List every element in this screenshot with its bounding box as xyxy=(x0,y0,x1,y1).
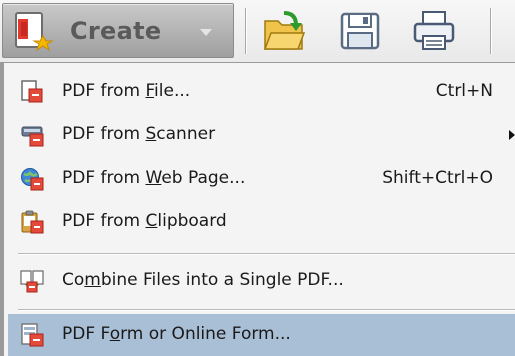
save-disk-icon[interactable] xyxy=(338,9,382,53)
clipboard-icon xyxy=(21,210,44,234)
open-folder-icon[interactable] xyxy=(262,9,306,53)
shortcut-text: Ctrl+N xyxy=(435,81,493,101)
menu-separator xyxy=(18,253,515,254)
menu-item-label: PDF from File... xyxy=(62,81,191,101)
menu-separator xyxy=(18,309,515,310)
create-label: Create xyxy=(70,17,162,45)
pdf-from-file-icon xyxy=(21,80,43,103)
create-pdf-icon xyxy=(15,12,54,52)
submenu-arrow-icon xyxy=(509,130,515,140)
print-icon[interactable] xyxy=(412,9,456,53)
menu-item-label: PDF from Scanner xyxy=(62,124,216,144)
create-button[interactable]: Create xyxy=(2,3,234,58)
menu-item-pdf-form[interactable]: PDF Form or Online Form... xyxy=(8,314,515,356)
scanner-icon xyxy=(21,126,44,147)
toolbar-separator xyxy=(245,8,246,54)
toolbar: Create xyxy=(0,0,515,62)
menu-item-pdf-from-clipboard[interactable]: PDF from Clipboard xyxy=(8,201,515,243)
combine-files-icon xyxy=(20,270,44,293)
menu-item-pdf-from-scanner[interactable]: PDF from Scanner xyxy=(8,114,515,156)
menu-item-label: Combine Files into a Single PDF... xyxy=(62,270,344,290)
menu-item-label: PDF Form or Online Form... xyxy=(62,324,291,344)
toolbar-separator xyxy=(490,8,491,54)
pdf-form-icon xyxy=(21,323,44,347)
dropdown-arrow-icon[interactable] xyxy=(199,28,213,37)
menu-item-label: PDF from Clipboard xyxy=(62,211,227,231)
menu-item-pdf-from-file[interactable]: PDF from File... Ctrl+N xyxy=(8,71,515,113)
web-page-icon xyxy=(21,168,44,191)
menu-item-combine-files[interactable]: Combine Files into a Single PDF... xyxy=(8,260,515,302)
shortcut-text: Shift+Ctrl+O xyxy=(382,168,493,188)
menu-item-label: PDF from Web Page... xyxy=(62,168,246,188)
create-menu: PDF from File... Ctrl+N PDF from Scanner… xyxy=(0,62,515,356)
menu-item-pdf-from-web-page[interactable]: PDF from Web Page... Shift+Ctrl+O xyxy=(8,158,515,200)
